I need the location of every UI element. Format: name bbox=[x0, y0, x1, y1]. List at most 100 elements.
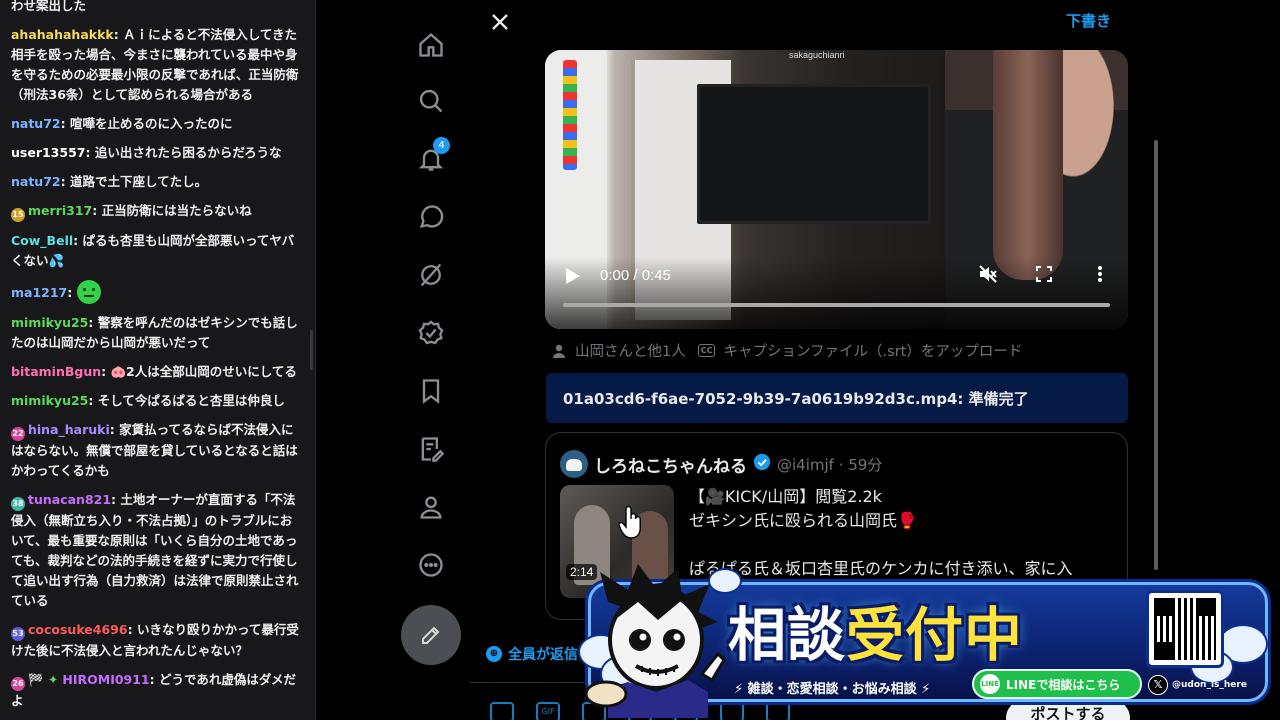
chat-message: ma1217: bbox=[11, 280, 301, 304]
line-consult-label: LINEで相談はこちら bbox=[1006, 677, 1121, 692]
play-button[interactable] bbox=[565, 267, 581, 285]
video-player[interactable]: sakaguchianri 0:00 / 0:45 bbox=[545, 50, 1128, 329]
chat-username[interactable]: HIROMI0911 bbox=[62, 672, 149, 687]
chat-username[interactable]: merri317 bbox=[28, 203, 92, 218]
image-icon[interactable] bbox=[490, 702, 514, 720]
close-button[interactable] bbox=[486, 8, 514, 36]
home-icon[interactable] bbox=[415, 29, 447, 61]
notification-count-badge: 4 bbox=[433, 137, 450, 154]
drafts-button[interactable]: 下書き bbox=[1066, 10, 1111, 31]
chat-message: 26 🏁 ✦ HIROMI0911: どうであれ虚偽はダメだよ bbox=[11, 672, 297, 708]
chat-message: mimikyu25: 警察を呼んだのはゼキシンでも話したのは山岡だから山岡が悪い… bbox=[11, 315, 298, 350]
chat-message-text: 喧嘩を止めるのに入ったのに bbox=[69, 116, 233, 131]
chat-username[interactable]: Cow_Bell bbox=[11, 233, 73, 248]
notifications-bell-icon[interactable]: 4 bbox=[415, 137, 450, 175]
subscriber-badge-icon: 38 bbox=[11, 497, 25, 511]
chat-message-text: 追い出されたら困るからだろうな bbox=[94, 145, 282, 160]
chat-scrollbar[interactable] bbox=[310, 330, 313, 370]
banner-title-part: 受付中 bbox=[846, 601, 1024, 669]
quoted-author-name: しろねこちゃんねる bbox=[594, 456, 747, 477]
tag-people-link[interactable]: 山岡さんと他1人 bbox=[575, 340, 686, 361]
chat-message-text: 🐽2人は全部山岡のせいにしてる bbox=[110, 364, 297, 379]
quoted-author-handle: @i4imjf · 59分 bbox=[777, 455, 883, 474]
side-navigation: 4 bbox=[400, 0, 462, 720]
extra-badges: 🏁 ✦ bbox=[28, 672, 59, 687]
video-more-button[interactable] bbox=[1090, 264, 1112, 286]
chat-message: natu72: 道路で土下座してたし。 bbox=[11, 174, 208, 189]
line-icon: LINE bbox=[980, 674, 1000, 694]
hand-cursor-icon bbox=[618, 505, 641, 539]
messages-icon[interactable] bbox=[415, 201, 447, 233]
video-watermark: sakaguchianri bbox=[789, 50, 845, 60]
chat-message-text: 土地オーナーが直面する「不法侵入（無断立ち入り・不法占拠）」のトラブルにおいて、… bbox=[11, 492, 299, 608]
verified-orgs-icon[interactable] bbox=[415, 317, 447, 349]
subscriber-badge-icon: 15 bbox=[11, 208, 25, 222]
vertical-dots-icon bbox=[1097, 265, 1103, 283]
globe-icon: ⊕ bbox=[486, 646, 502, 662]
chat-message: Cow_Bell: ぱるも杏里も山岡が全部悪いってヤバくない💦 bbox=[11, 233, 295, 268]
grok-icon[interactable] bbox=[415, 259, 447, 291]
line-consult-button[interactable]: LINE LINEで相談はこちら bbox=[972, 669, 1142, 699]
more-options-icon[interactable] bbox=[415, 549, 447, 581]
reply-permission-button[interactable]: ⊕ 全員が返信 bbox=[486, 644, 578, 664]
gif-icon[interactable]: GIF bbox=[536, 702, 560, 720]
chat-username[interactable]: bitaminBgun bbox=[11, 364, 101, 379]
x-handle: @udon_is_here bbox=[1172, 680, 1247, 690]
bookmarks-icon[interactable] bbox=[415, 375, 447, 407]
modal-scrollbar[interactable] bbox=[1154, 140, 1158, 570]
mute-button[interactable] bbox=[978, 264, 1000, 286]
quoted-text-line: ゼキシン氏に殴られる山岡氏🥊 bbox=[689, 511, 917, 530]
qr-code bbox=[1146, 590, 1224, 668]
compose-post-button[interactable] bbox=[401, 605, 461, 665]
chat-username[interactable]: ahahahahakkk bbox=[11, 27, 114, 42]
chat-message: ahahahahakkk: Ａｉによると不法侵入してきた相手を殴った場合、今まさ… bbox=[11, 27, 299, 102]
chat-username[interactable]: ma1217 bbox=[11, 285, 67, 300]
reply-permission-label: 全員が返信 bbox=[508, 647, 578, 663]
chat-username[interactable]: mimikyu25 bbox=[11, 393, 88, 408]
quoted-text-line: 【🎥KICK/山岡】閲覧2.2k bbox=[689, 487, 882, 506]
chat-message: 22 hina_haruki: 家賃払ってるならば不法侵入にはならない。無償で部屋… bbox=[11, 422, 298, 478]
subscriber-badge-icon: 53 bbox=[11, 627, 25, 641]
chat-message: mimikyu25: そして今ぱるぱると杏里は仲良し bbox=[11, 393, 285, 408]
profile-icon[interactable] bbox=[415, 491, 447, 523]
media-options-row: 山岡さんと他1人 CC キャプションファイル（.srt）をアップロード bbox=[551, 340, 1022, 361]
close-icon bbox=[492, 14, 508, 30]
subscriber-badge-icon: 26 bbox=[11, 677, 25, 691]
fullscreen-button[interactable] bbox=[1034, 264, 1056, 286]
chat-username[interactable]: natu72 bbox=[11, 116, 61, 131]
chat-username[interactable]: mimikyu25 bbox=[11, 315, 88, 330]
x-account-link[interactable]: 𝕏 @udon_is_here bbox=[1148, 675, 1247, 695]
caption-icon: CC bbox=[697, 344, 716, 357]
chat-message: bitaminBgun: 🐽2人は全部山岡のせいにしてる bbox=[11, 364, 297, 379]
chat-message-text: そして今ぱるぱると杏里は仲良し bbox=[97, 393, 285, 408]
video-time: 0:00 / 0:45 bbox=[600, 267, 671, 284]
x-logo-icon: 𝕏 bbox=[1148, 675, 1168, 695]
chat-message-text: 正当防衛には当たらないね bbox=[101, 203, 252, 218]
caption-upload-link[interactable]: キャプションファイル（.srt）をアップロード bbox=[723, 340, 1022, 361]
search-icon[interactable] bbox=[415, 85, 447, 117]
person-tag-icon bbox=[553, 344, 565, 358]
chat-username[interactable]: cocosuke4696 bbox=[28, 622, 128, 637]
consultation-banner: 相談受付中 ⚡ 雑談・恋愛相談・お悩み相談 ⚡ LINE LINEで相談はこちら… bbox=[578, 562, 1278, 718]
chat-username[interactable]: tunacan821 bbox=[28, 492, 111, 507]
green-face-emote bbox=[76, 280, 101, 304]
articles-icon[interactable] bbox=[415, 433, 447, 465]
chat-username[interactable]: natu72 bbox=[11, 174, 61, 189]
compose-icon bbox=[422, 626, 440, 644]
muted-speaker-icon bbox=[979, 265, 997, 283]
play-icon bbox=[566, 268, 580, 284]
banner-title-part: 相談 bbox=[728, 601, 847, 669]
chat-message: user13557: 追い出されたら困るからだろうな bbox=[11, 145, 282, 160]
avatar bbox=[560, 450, 588, 478]
video-progress-bar[interactable] bbox=[563, 303, 1110, 307]
chat-message-list: わせ案出した ahahahahakkk: Ａｉによると不法侵入してきた相手を殴った… bbox=[11, 0, 301, 720]
chat-username[interactable]: user13557 bbox=[11, 145, 85, 160]
fullscreen-icon bbox=[1036, 266, 1052, 282]
chat-message-text: 道路で土下座してたし。 bbox=[69, 174, 208, 189]
chat-panel: わせ案出した ahahahahakkk: Ａｉによると不法侵入してきた相手を殴った… bbox=[0, 0, 316, 720]
chat-message: 53 cocosuke4696: いきなり殴りかかって暴行受けた後に不法侵入と言わ… bbox=[11, 622, 299, 658]
chat-message: natu72: 喧嘩を止めるのに入ったのに bbox=[11, 116, 233, 131]
chat-message: 15 merri317: 正当防衛には当たらないね bbox=[11, 201, 301, 222]
chat-message: 38 tunacan821: 土地オーナーが直面する「不法侵入（無断立ち入り・不法… bbox=[11, 492, 299, 608]
chat-username[interactable]: hina_haruki bbox=[28, 422, 110, 437]
